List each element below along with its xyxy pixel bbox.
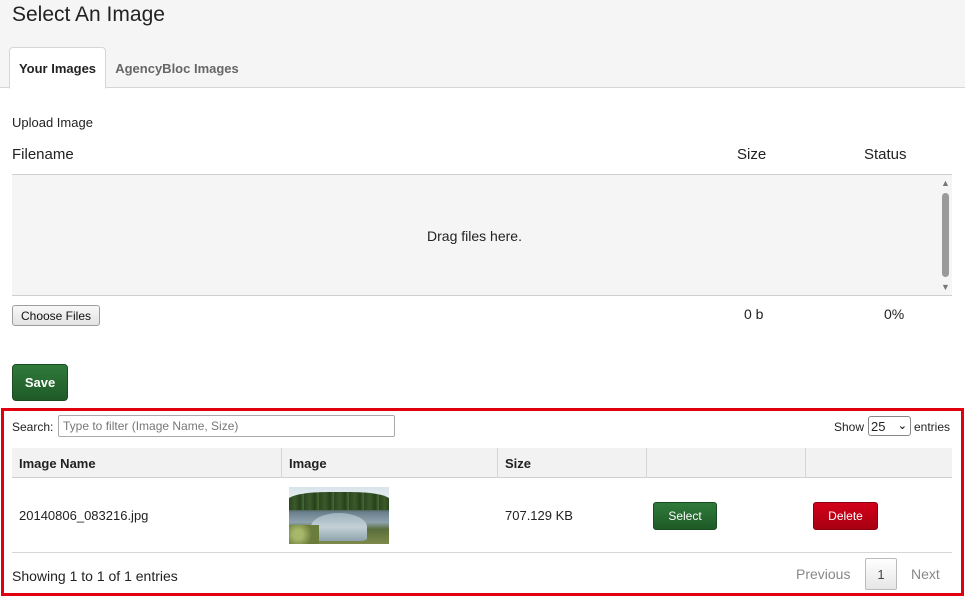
scroll-down-arrow-icon[interactable]: ▼ bbox=[941, 282, 950, 292]
dropzone-text: Drag files here. bbox=[427, 228, 522, 244]
image-thumbnail[interactable] bbox=[289, 487, 389, 544]
pagination-page-1[interactable]: 1 bbox=[865, 558, 897, 590]
water-reflection bbox=[311, 513, 367, 541]
lily-pads bbox=[289, 525, 319, 544]
page-title: Select An Image bbox=[12, 3, 165, 26]
column-header-image-name[interactable]: Image Name bbox=[12, 448, 282, 478]
image-cell bbox=[289, 478, 389, 553]
column-header-select bbox=[647, 448, 806, 478]
filename-column-header: Filename bbox=[12, 146, 74, 163]
dropzone-scrollbar[interactable]: ▲ ▼ bbox=[938, 175, 952, 295]
image-name-cell: 20140806_083216.jpg bbox=[19, 508, 149, 523]
pagination-next[interactable]: Next bbox=[911, 566, 940, 582]
header-band: Select An Image Your Images AgencyBloc I… bbox=[0, 0, 965, 89]
search-label: Search: bbox=[12, 420, 54, 434]
table-header: Image Name Image Size bbox=[12, 448, 952, 478]
upload-total-status: 0% bbox=[884, 306, 905, 322]
tab-agencybloc-images[interactable]: AgencyBloc Images bbox=[109, 47, 245, 89]
save-button[interactable]: Save bbox=[12, 364, 68, 401]
tab-your-images[interactable]: Your Images bbox=[9, 47, 106, 89]
search-input[interactable] bbox=[58, 415, 395, 437]
column-header-delete bbox=[806, 448, 952, 478]
entries-label: entries bbox=[914, 420, 951, 434]
column-header-image[interactable]: Image bbox=[282, 448, 498, 478]
entries-select-value: 25 bbox=[871, 418, 886, 434]
entries-per-page-select[interactable]: 25 ⌄ bbox=[868, 416, 911, 436]
scrollbar-thumb[interactable] bbox=[942, 193, 949, 277]
show-label: Show bbox=[834, 420, 865, 434]
upload-total-size: 0 b bbox=[744, 306, 764, 322]
choose-files-button[interactable]: Choose Files bbox=[12, 305, 100, 326]
size-cell: 707.129 KB bbox=[505, 508, 573, 523]
pagination-previous[interactable]: Previous bbox=[796, 566, 850, 582]
status-column-header: Status bbox=[864, 146, 907, 163]
select-button[interactable]: Select bbox=[653, 501, 717, 530]
table-row: 20140806_083216.jpg 707.129 KB Select De… bbox=[12, 478, 952, 553]
images-table-panel: Search: Show 25 ⌄ entries Image Name Ima… bbox=[1, 408, 964, 596]
size-column-header: Size bbox=[737, 146, 767, 163]
file-dropzone[interactable]: Drag files here. ▲ ▼ bbox=[12, 174, 952, 296]
delete-button[interactable]: Delete bbox=[813, 501, 878, 530]
table-info: Showing 1 to 1 of 1 entries bbox=[12, 568, 178, 584]
tree-line bbox=[289, 492, 389, 510]
chevron-down-icon: ⌄ bbox=[897, 420, 907, 432]
column-header-size[interactable]: Size bbox=[498, 448, 647, 478]
upload-image-label: Upload Image bbox=[12, 115, 93, 130]
scroll-up-arrow-icon[interactable]: ▲ bbox=[941, 178, 950, 188]
